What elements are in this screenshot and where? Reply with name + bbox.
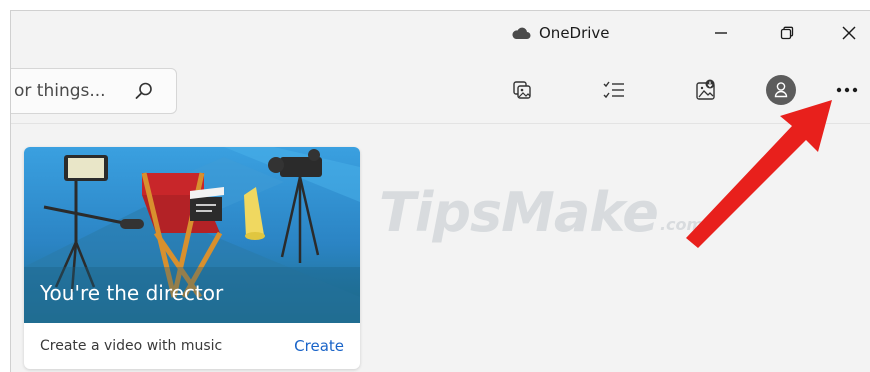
close-icon [842, 26, 856, 40]
select-icon [603, 81, 624, 99]
director-card[interactable]: You're the director Create a video with … [24, 147, 360, 369]
watermark-brand: TipsMake [379, 181, 659, 244]
restore-icon [780, 26, 794, 40]
title-bar: OneDrive [11, 11, 870, 55]
create-button[interactable]: Create [294, 337, 344, 355]
cloud-icon [512, 27, 531, 39]
onedrive-status[interactable]: OneDrive [511, 23, 610, 43]
minimize-icon [715, 32, 727, 34]
red-arrow-annotation [686, 100, 832, 248]
minimize-button[interactable] [691, 11, 751, 55]
search-icon[interactable] [134, 81, 154, 101]
card-description: Create a video with music [40, 338, 223, 354]
search-input[interactable]: or things... [14, 81, 106, 101]
watermark: TipsMake .com [379, 181, 703, 244]
select-button[interactable] [599, 75, 629, 105]
card-title: You're the director [40, 281, 224, 305]
card-footer: Create a video with music Create [24, 323, 360, 369]
close-button[interactable] [819, 11, 870, 55]
slideshow-icon [513, 81, 531, 99]
restore-button[interactable] [757, 11, 817, 55]
onedrive-label: OneDrive [539, 24, 610, 42]
slideshow-button[interactable] [507, 75, 537, 105]
search-box[interactable]: or things... [11, 68, 177, 114]
